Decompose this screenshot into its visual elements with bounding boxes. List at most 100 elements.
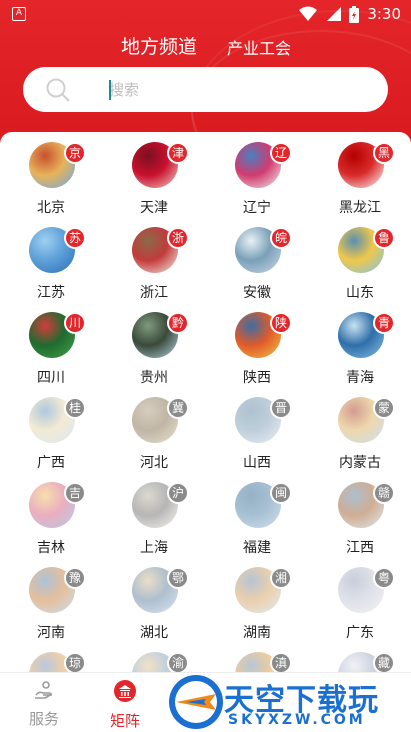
- region-badge: 琼: [64, 652, 86, 672]
- region-label: 江西: [346, 540, 374, 556]
- region-badge: 辽: [270, 142, 292, 164]
- region-item[interactable]: 苏江苏: [0, 227, 102, 312]
- region-badge: 鲁: [373, 227, 395, 249]
- matrix-icon: [114, 680, 136, 702]
- region-badge: 鄂: [167, 567, 189, 589]
- region-item[interactable]: 蒙内蒙古: [309, 397, 411, 482]
- region-label: 陕西: [243, 370, 271, 386]
- search-bar[interactable]: 搜索: [23, 67, 388, 112]
- search-input[interactable]: 搜索: [109, 79, 139, 100]
- region-badge: 京: [64, 142, 86, 164]
- region-label: 河北: [140, 455, 168, 471]
- region-badge: 晋: [270, 397, 292, 419]
- region-item[interactable]: 青青海: [309, 312, 411, 397]
- region-item[interactable]: 津天津: [103, 142, 205, 227]
- status-bar: A 3:30: [0, 0, 411, 28]
- region-badge: 滇: [270, 652, 292, 672]
- region-label: 湖南: [243, 625, 271, 641]
- watermark-english: SKYXZW.COM: [228, 712, 366, 728]
- region-badge: 赣: [373, 482, 395, 504]
- region-label: 湖北: [140, 625, 168, 641]
- region-grid-card: 京北京津天津辽辽宁黑黑龙江苏江苏浙浙江皖安徽鲁山东川四川黔贵州陕陕西青青海桂广西…: [0, 132, 411, 672]
- battery-icon: [349, 5, 360, 23]
- region-label: 四川: [37, 370, 65, 386]
- region-label: 黑龙江: [339, 200, 381, 216]
- region-badge: 沪: [167, 482, 189, 504]
- region-label: 吉林: [37, 540, 65, 556]
- region-item[interactable]: 赣江西: [309, 482, 411, 567]
- service-icon: [35, 681, 53, 699]
- region-label: 辽宁: [243, 200, 271, 216]
- region-badge: 陕: [270, 312, 292, 334]
- region-badge: 皖: [270, 227, 292, 249]
- region-label: 内蒙古: [339, 455, 381, 471]
- region-badge: 渝: [167, 652, 189, 672]
- region-label: 安徽: [243, 285, 271, 301]
- region-badge: 吉: [64, 482, 86, 504]
- clock: 3:30: [367, 5, 401, 23]
- region-label: 天津: [140, 200, 168, 216]
- region-item[interactable]: 吉吉林: [0, 482, 102, 567]
- wifi-icon: [299, 6, 318, 21]
- region-label: 江苏: [37, 285, 65, 301]
- signal-icon: [327, 7, 342, 21]
- region-item[interactable]: 沪上海: [103, 482, 205, 567]
- region-badge: 粤: [373, 567, 395, 589]
- region-item[interactable]: 琼: [0, 652, 102, 672]
- nav-service-label: 服务: [28, 710, 59, 728]
- region-item[interactable]: 黔贵州: [103, 312, 205, 397]
- nav-matrix[interactable]: 矩阵: [95, 679, 155, 731]
- region-label: 广西: [37, 455, 65, 471]
- region-item[interactable]: 藏: [309, 652, 411, 672]
- region-item[interactable]: 陕陕西: [206, 312, 308, 397]
- region-item[interactable]: 鄂湖北: [103, 567, 205, 652]
- region-badge: 浙: [167, 227, 189, 249]
- region-badge: 闽: [270, 482, 292, 504]
- region-item[interactable]: 鲁山东: [309, 227, 411, 312]
- region-label: 山东: [346, 285, 374, 301]
- region-item[interactable]: 豫河南: [0, 567, 102, 652]
- region-item[interactable]: 粤广东: [309, 567, 411, 652]
- tab-local-channel[interactable]: 地方频道: [121, 32, 197, 59]
- region-badge: 冀: [167, 397, 189, 419]
- region-badge: 川: [64, 312, 86, 334]
- region-item[interactable]: 辽辽宁: [206, 142, 308, 227]
- top-tabs: 地方频道 产业工会: [0, 30, 411, 60]
- region-item[interactable]: 闽福建: [206, 482, 308, 567]
- region-badge: 苏: [64, 227, 86, 249]
- watermark-logo-icon: [169, 675, 223, 729]
- region-item[interactable]: 京北京: [0, 142, 102, 227]
- search-icon: [46, 78, 70, 102]
- nav-matrix-label: 矩阵: [109, 712, 140, 730]
- region-item[interactable]: 滇: [206, 652, 308, 672]
- region-badge: 黔: [167, 312, 189, 334]
- region-badge: 桂: [64, 397, 86, 419]
- region-item[interactable]: 皖安徽: [206, 227, 308, 312]
- text-cursor: [109, 80, 111, 100]
- app-notification-icon: A: [12, 7, 26, 21]
- region-item[interactable]: 桂广西: [0, 397, 102, 482]
- region-label: 贵州: [140, 370, 168, 386]
- region-item[interactable]: 湘湖南: [206, 567, 308, 652]
- region-item[interactable]: 黑黑龙江: [309, 142, 411, 227]
- region-label: 河南: [37, 625, 65, 641]
- region-item[interactable]: 冀河北: [103, 397, 205, 482]
- nav-service[interactable]: 服务: [14, 679, 74, 729]
- region-badge: 蒙: [373, 397, 395, 419]
- region-item[interactable]: 晋山西: [206, 397, 308, 482]
- region-item[interactable]: 浙浙江: [103, 227, 205, 312]
- region-badge: 藏: [373, 652, 395, 672]
- region-badge: 豫: [64, 567, 86, 589]
- region-badge: 青: [373, 312, 395, 334]
- tab-industry-union[interactable]: 产业工会: [227, 35, 291, 59]
- region-label: 山西: [243, 455, 271, 471]
- region-item[interactable]: 川四川: [0, 312, 102, 397]
- region-label: 上海: [140, 540, 168, 556]
- region-badge: 黑: [373, 142, 395, 164]
- header-banner: A 3:30 地方频道 产业工会 搜索: [0, 0, 411, 150]
- region-item[interactable]: 渝: [103, 652, 205, 672]
- region-label: 浙江: [140, 285, 168, 301]
- region-label: 北京: [37, 200, 65, 216]
- region-badge: 湘: [270, 567, 292, 589]
- region-label: 青海: [346, 370, 374, 386]
